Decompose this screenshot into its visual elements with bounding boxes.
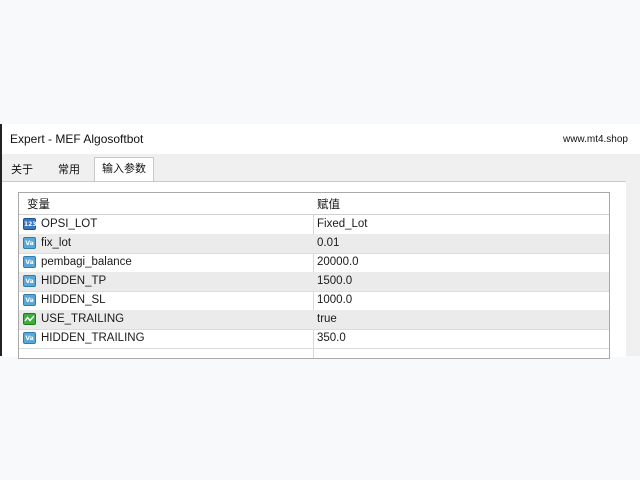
param-value[interactable]: 20000.0: [317, 256, 359, 268]
table-row[interactable]: Va HIDDEN_TP 1500.0: [19, 272, 609, 292]
value-icon: Va: [23, 332, 36, 344]
inputs-panel: 变量 赋值 123 OPSI_LOT Fixed_Lot Va fix_lot …: [2, 181, 626, 359]
title-bar[interactable]: Expert - MEF Algosoftbot www.mt4.shop: [2, 124, 640, 154]
table-row[interactable]: Va HIDDEN_TRAILING 350.0: [19, 329, 609, 349]
param-value[interactable]: 1500.0: [317, 275, 352, 287]
table-row[interactable]: Va HIDDEN_SL 1000.0: [19, 291, 609, 311]
enum-icon: 123: [23, 218, 37, 230]
param-value[interactable]: true: [317, 313, 337, 325]
table-row[interactable]: 123 OPSI_LOT Fixed_Lot: [19, 215, 609, 235]
table-row[interactable]: Va pembagi_balance 20000.0: [19, 253, 609, 273]
window-title: Expert - MEF Algosoftbot: [10, 132, 144, 146]
watermark-url: www.mt4.shop: [562, 134, 628, 145]
param-name: HIDDEN_TP: [41, 275, 107, 287]
header-value[interactable]: 赋值: [317, 196, 340, 212]
value-icon: Va: [23, 237, 36, 249]
param-name: OPSI_LOT: [41, 218, 98, 230]
value-icon: Va: [23, 294, 36, 306]
param-value[interactable]: 350.0: [317, 332, 346, 344]
param-name: HIDDEN_TRAILING: [41, 332, 145, 344]
param-value[interactable]: 1000.0: [317, 294, 352, 306]
tab-inputs[interactable]: 输入参数: [94, 157, 154, 183]
tab-about[interactable]: 关于: [6, 160, 38, 180]
param-name: HIDDEN_SL: [41, 294, 106, 306]
header-variable[interactable]: 变量: [27, 196, 50, 212]
boolean-icon: [23, 313, 36, 325]
param-name: fix_lot: [41, 237, 72, 249]
value-icon: Va: [23, 275, 36, 287]
param-name: USE_TRAILING: [41, 313, 125, 325]
table-row[interactable]: USE_TRAILING true: [19, 310, 609, 330]
tab-common[interactable]: 常用: [48, 160, 90, 180]
param-name: pembagi_balance: [41, 256, 132, 268]
value-icon: Va: [23, 256, 36, 268]
table-row[interactable]: Va fix_lot 0.01: [19, 234, 609, 254]
expert-properties-window: Expert - MEF Algosoftbot www.mt4.shop 关于…: [0, 124, 640, 359]
tab-bar: 关于 常用 输入参数: [2, 154, 640, 183]
table-header: 变量 赋值: [19, 193, 609, 215]
parameters-table: 变量 赋值 123 OPSI_LOT Fixed_Lot Va fix_lot …: [18, 192, 610, 359]
param-value[interactable]: 0.01: [317, 237, 339, 249]
param-value[interactable]: Fixed_Lot: [317, 218, 368, 230]
